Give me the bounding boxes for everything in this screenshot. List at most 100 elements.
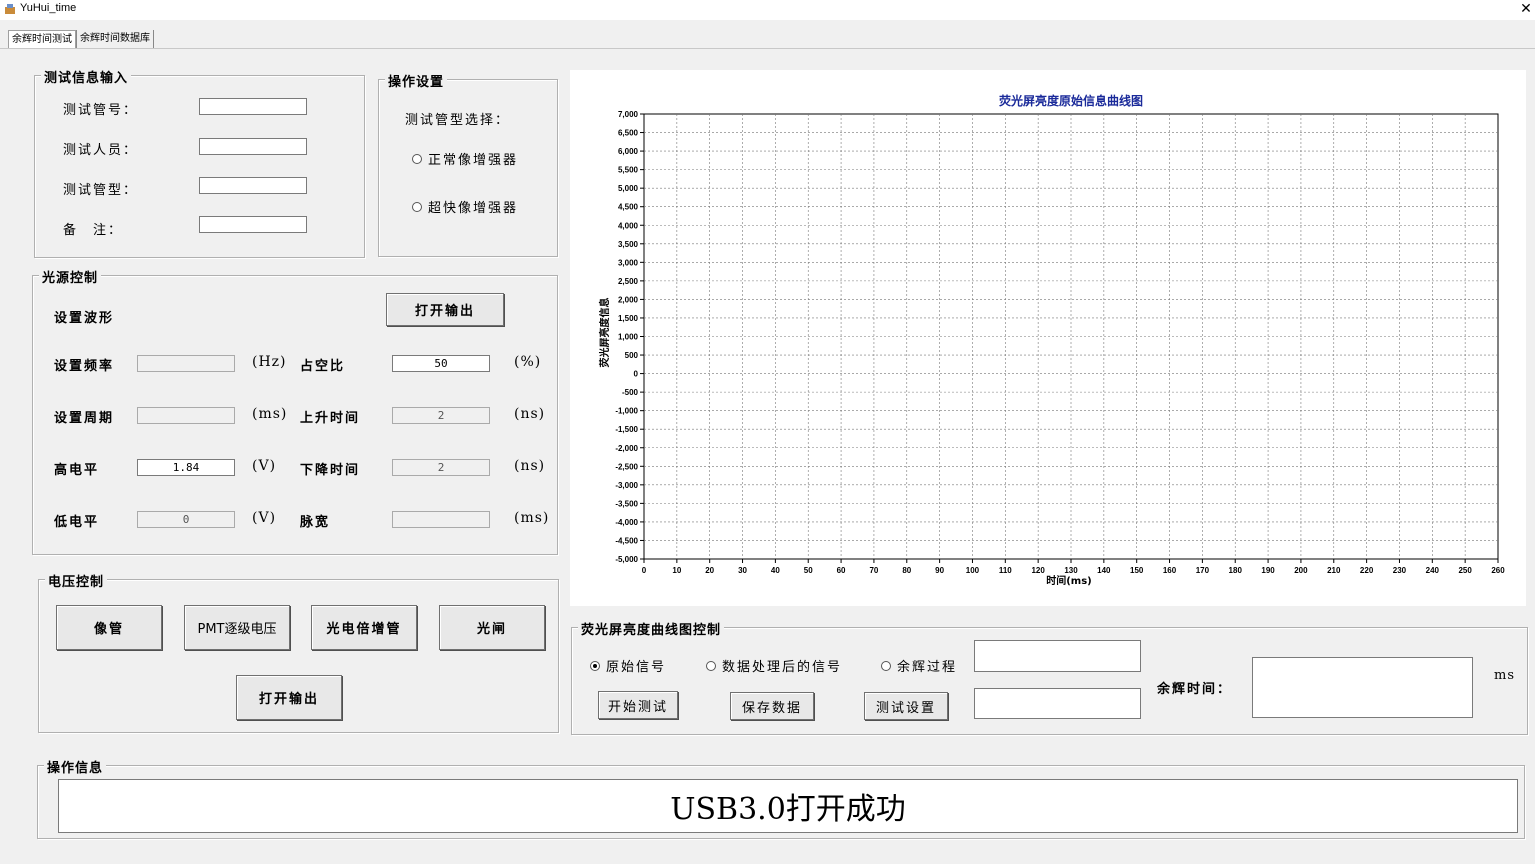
frequency-input[interactable] bbox=[137, 355, 235, 372]
test-info-group: 测试信息输入 测试管号： 测试人员： 测试管型： 备 注： bbox=[34, 67, 365, 258]
waveform-label: 设置波形 bbox=[54, 311, 115, 326]
pulse-width-unit: (ms) bbox=[514, 510, 550, 526]
radio-processed-signal[interactable]: 数据处理后的信号 bbox=[706, 656, 842, 675]
x-tick-label: 60 bbox=[837, 566, 846, 575]
photomultiplier-button[interactable]: 光电倍增管 bbox=[311, 605, 417, 650]
x-tick-label: 230 bbox=[1393, 566, 1407, 575]
save-data-button[interactable]: 保存数据 bbox=[730, 692, 814, 720]
x-tick-label: 160 bbox=[1163, 566, 1177, 575]
duty-cycle-input[interactable]: 50 bbox=[392, 355, 490, 372]
x-tick-label: 220 bbox=[1360, 566, 1374, 575]
x-tick-label: 170 bbox=[1196, 566, 1210, 575]
radio-raw-signal-label: 原始信号 bbox=[606, 660, 667, 675]
frequency-unit: (Hz) bbox=[252, 354, 287, 370]
y-tick-label: -2,500 bbox=[615, 462, 638, 471]
x-tick-label: 110 bbox=[999, 566, 1012, 575]
high-level-input[interactable]: 1.84 bbox=[137, 459, 235, 476]
tab-afterglow-database[interactable]: 余辉时间数据库 bbox=[76, 30, 154, 48]
x-tick-label: 70 bbox=[869, 566, 878, 575]
light-source-legend: 光源控制 bbox=[39, 267, 102, 286]
x-tick-label: 140 bbox=[1097, 566, 1111, 575]
operation-settings-legend: 操作设置 bbox=[385, 71, 448, 90]
radio-normal-intensifier-label: 正常像增强器 bbox=[428, 153, 519, 168]
duty-cycle-unit: (%) bbox=[514, 354, 542, 370]
x-tick-label: 100 bbox=[966, 566, 980, 575]
afterglow-start-field[interactable] bbox=[974, 640, 1141, 672]
frequency-label: 设置频率 bbox=[54, 359, 115, 374]
rise-time-input[interactable]: 2 bbox=[392, 407, 490, 424]
period-input[interactable] bbox=[137, 407, 235, 424]
y-tick-label: 5,000 bbox=[618, 184, 639, 193]
radio-normal-intensifier[interactable]: 正常像增强器 bbox=[412, 149, 518, 168]
rise-time-unit: (ns) bbox=[514, 406, 546, 422]
x-tick-label: 190 bbox=[1261, 566, 1275, 575]
y-tick-label: -1,000 bbox=[615, 407, 638, 416]
remark-input[interactable] bbox=[199, 216, 307, 233]
afterglow-end-field[interactable] bbox=[974, 688, 1141, 719]
test-settings-button[interactable]: 测试设置 bbox=[864, 692, 948, 720]
fall-time-input[interactable]: 2 bbox=[392, 459, 490, 476]
tester-label: 测试人员： bbox=[63, 143, 139, 158]
pulse-width-input[interactable] bbox=[392, 511, 490, 528]
voltage-open-output-button[interactable]: 打开输出 bbox=[236, 675, 342, 720]
x-tick-label: 240 bbox=[1426, 566, 1440, 575]
y-axis-label: 荧光屏亮度信息 bbox=[598, 298, 611, 368]
tube-type-label: 测试管型： bbox=[63, 183, 139, 198]
period-unit: (ms) bbox=[252, 406, 288, 422]
x-tick-label: 130 bbox=[1064, 566, 1078, 575]
tube-number-label: 测试管号： bbox=[63, 103, 139, 118]
x-axis-label: 时间(ms) bbox=[1046, 574, 1092, 587]
image-tube-button[interactable]: 像管 bbox=[56, 605, 162, 650]
radio-afterglow-process[interactable]: 余辉过程 bbox=[881, 656, 957, 675]
shutter-button[interactable]: 光闸 bbox=[439, 605, 545, 650]
low-level-unit: (V) bbox=[252, 510, 277, 526]
afterglow-time-label: 余辉时间： bbox=[1157, 682, 1233, 697]
tube-type-input[interactable] bbox=[199, 177, 307, 194]
x-tick-label: 20 bbox=[705, 566, 714, 575]
high-level-unit: (V) bbox=[252, 458, 277, 474]
afterglow-time-output bbox=[1252, 657, 1473, 718]
pulse-width-label: 脉宽 bbox=[300, 515, 331, 530]
x-tick-label: 120 bbox=[1031, 566, 1045, 575]
close-icon[interactable]: ✕ bbox=[1519, 0, 1533, 18]
radio-afterglow-process-label: 余辉过程 bbox=[897, 660, 958, 675]
low-level-label: 低电平 bbox=[54, 515, 100, 530]
x-tick-label: 0 bbox=[642, 566, 647, 575]
x-tick-label: 210 bbox=[1327, 566, 1341, 575]
tube-number-input[interactable] bbox=[199, 98, 307, 115]
radio-ultrafast-intensifier[interactable]: 超快像增强器 bbox=[412, 197, 518, 216]
light-open-output-button[interactable]: 打开输出 bbox=[386, 293, 504, 326]
app-icon bbox=[5, 4, 15, 14]
y-tick-label: -3,500 bbox=[615, 499, 638, 508]
tab-afterglow-test[interactable]: 余辉时间测试 bbox=[8, 30, 76, 49]
y-tick-label: -3,000 bbox=[615, 481, 638, 490]
chart-title: 荧光屏亮度原始信息曲线图 bbox=[999, 93, 1143, 108]
radio-processed-signal-label: 数据处理后的信号 bbox=[722, 660, 843, 675]
low-level-input[interactable]: 0 bbox=[137, 511, 235, 528]
y-tick-label: 2,500 bbox=[618, 277, 639, 286]
tester-input[interactable] bbox=[199, 138, 307, 155]
brightness-chart: 7,000 6,500 6,000 5,500 5,000 4,500 4,000 3,500… bbox=[598, 93, 1505, 587]
y-tick-label: 2,000 bbox=[618, 295, 639, 304]
y-tick-label: 1,000 bbox=[618, 333, 639, 342]
y-tick-label: 0 bbox=[634, 370, 639, 379]
start-test-button[interactable]: 开始测试 bbox=[598, 691, 678, 719]
y-tick-label: 7,000 bbox=[618, 110, 639, 119]
y-tick-label: 3,500 bbox=[618, 240, 639, 249]
y-tick-label: 6,000 bbox=[618, 147, 639, 156]
x-tick-label: 200 bbox=[1294, 566, 1308, 575]
x-tick-label: 80 bbox=[902, 566, 911, 575]
test-info-legend: 测试信息输入 bbox=[41, 67, 132, 86]
voltage-control-legend: 电压控制 bbox=[45, 571, 108, 590]
y-tick-label: -500 bbox=[622, 388, 639, 397]
operation-info-group: 操作信息 USB3.0打开成功 bbox=[37, 757, 1525, 839]
radio-raw-signal[interactable]: 原始信号 bbox=[590, 656, 666, 675]
radio-dot bbox=[590, 660, 600, 671]
pmt-stage-voltage-button[interactable]: PMT逐级电压 bbox=[184, 605, 290, 650]
radio-ultrafast-intensifier-label: 超快像增强器 bbox=[428, 201, 519, 216]
radio-dot bbox=[881, 660, 891, 671]
operation-info-legend: 操作信息 bbox=[44, 757, 107, 776]
afterglow-time-unit: ms bbox=[1494, 668, 1515, 683]
curve-control-group: 荧光屏亮度曲线图控制 原始信号 数据处理后的信号 余辉过程 开始测试 保存数据 … bbox=[571, 619, 1528, 735]
operation-message: USB3.0打开成功 bbox=[58, 779, 1518, 833]
